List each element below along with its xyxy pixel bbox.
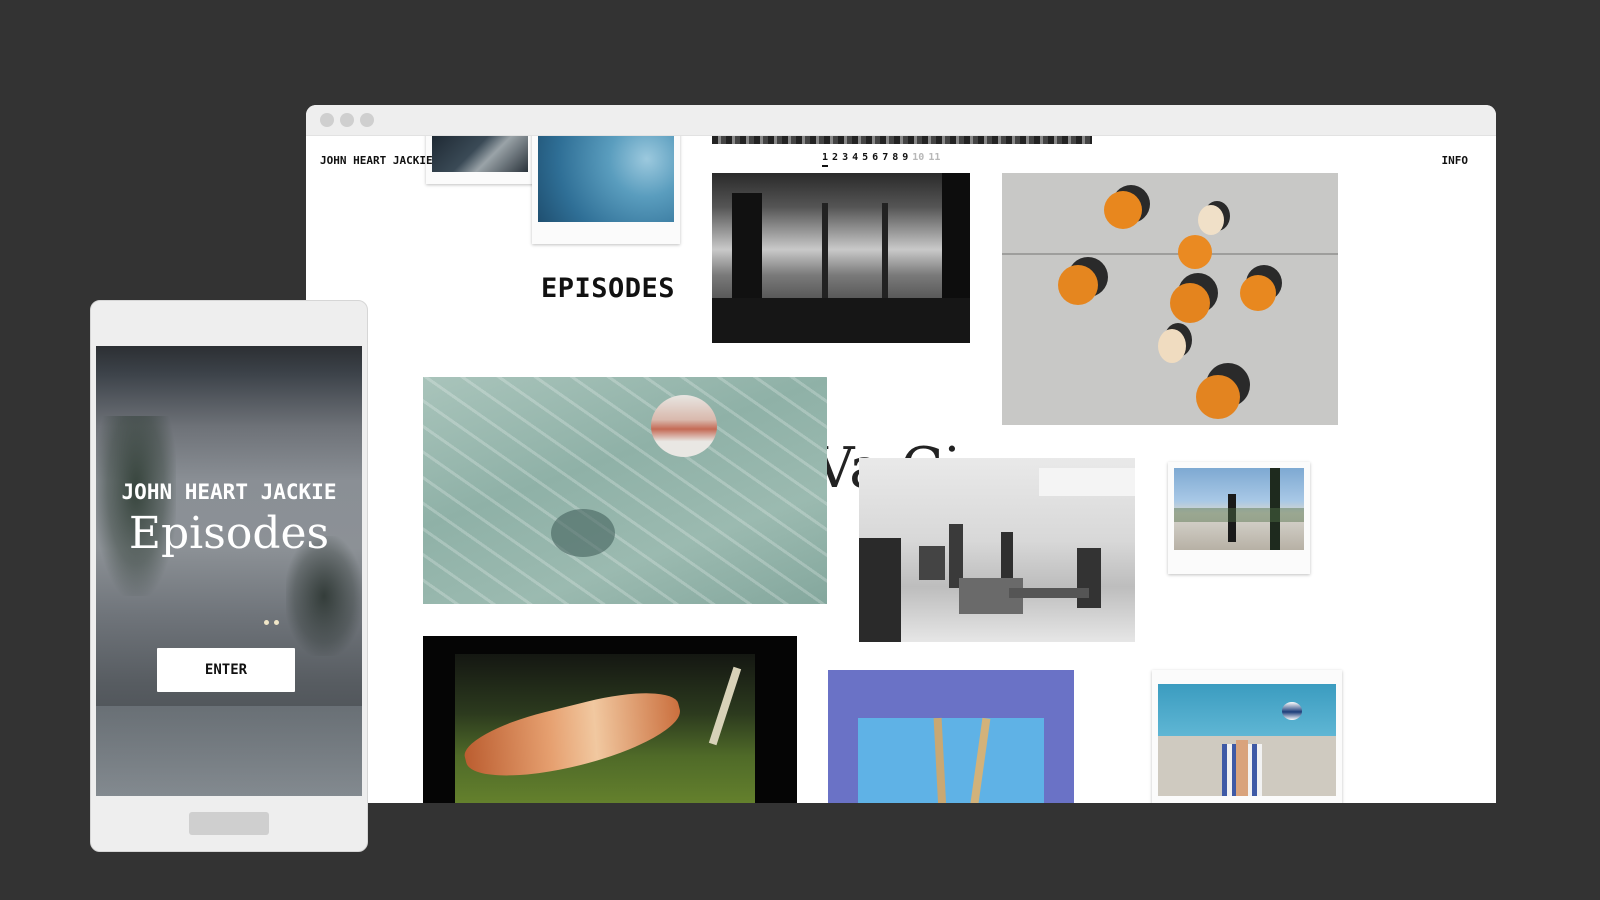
section-title: EPISODES <box>541 273 676 304</box>
page-link-11[interactable]: 11 <box>928 152 940 167</box>
page-link-6[interactable]: 6 <box>872 152 878 167</box>
headlight-left <box>264 620 269 625</box>
polaroid-desert-figure-image <box>1174 468 1304 550</box>
page-link-9[interactable]: 9 <box>902 152 908 167</box>
page-link-1[interactable]: 1 <box>822 152 829 167</box>
maximize-window-dot[interactable] <box>360 113 374 127</box>
page-link-10[interactable]: 10 <box>912 152 924 167</box>
photo-oranges[interactable] <box>1002 173 1338 425</box>
episode-pagination: 1 2 3 4 5 6 7 8 9 10 11 <box>822 152 940 167</box>
mobile-screen: JOHN HEART JACKIE Episodes ENTER <box>96 346 362 796</box>
polaroid-blue-water-image <box>538 136 674 222</box>
page-link-3[interactable]: 3 <box>842 152 848 167</box>
polaroid-desert-figure[interactable] <box>1168 462 1310 574</box>
info-link[interactable]: INFO <box>1442 154 1469 167</box>
desktop-browser-window: JOHN HEART JACKIE 1 2 3 4 5 6 7 8 9 10 1… <box>306 105 1496 803</box>
mobile-device: JOHN HEART JACKIE Episodes ENTER <box>90 300 368 852</box>
photo-top-strip[interactable] <box>712 136 1092 144</box>
polaroid-dark[interactable] <box>426 136 534 184</box>
page-link-5[interactable]: 5 <box>862 152 868 167</box>
close-window-dot[interactable] <box>320 113 334 127</box>
page-link-4[interactable]: 4 <box>852 152 858 167</box>
polaroid-pool-sunbather-image <box>1158 684 1336 796</box>
photo-interior-bw[interactable] <box>712 173 970 343</box>
car-seat-foreground <box>96 706 362 796</box>
enter-button[interactable]: ENTER <box>157 648 295 692</box>
page-link-7[interactable]: 7 <box>882 152 888 167</box>
polaroid-pool-sunbather[interactable] <box>1152 670 1342 803</box>
mobile-brand: JOHN HEART JACKIE <box>121 480 337 504</box>
home-button[interactable] <box>189 812 269 835</box>
page-link-8[interactable]: 8 <box>892 152 898 167</box>
page-link-2[interactable]: 2 <box>832 152 838 167</box>
browser-chrome <box>306 105 1496 136</box>
palm-silhouette <box>96 416 176 596</box>
polaroid-blue-water[interactable] <box>532 136 680 244</box>
polaroid-dark-image <box>432 136 528 172</box>
photo-living-room-bw[interactable] <box>859 458 1135 642</box>
headlight-right <box>274 620 279 625</box>
photo-hammock[interactable] <box>423 636 797 803</box>
desktop-page: JOHN HEART JACKIE 1 2 3 4 5 6 7 8 9 10 1… <box>306 136 1496 803</box>
minimize-window-dot[interactable] <box>340 113 354 127</box>
photo-pool-beach-ball[interactable] <box>423 377 827 604</box>
photo-palm-blue[interactable] <box>828 670 1074 803</box>
mobile-title: Episodes <box>128 508 330 559</box>
brand-logo[interactable]: JOHN HEART JACKIE <box>320 154 433 167</box>
